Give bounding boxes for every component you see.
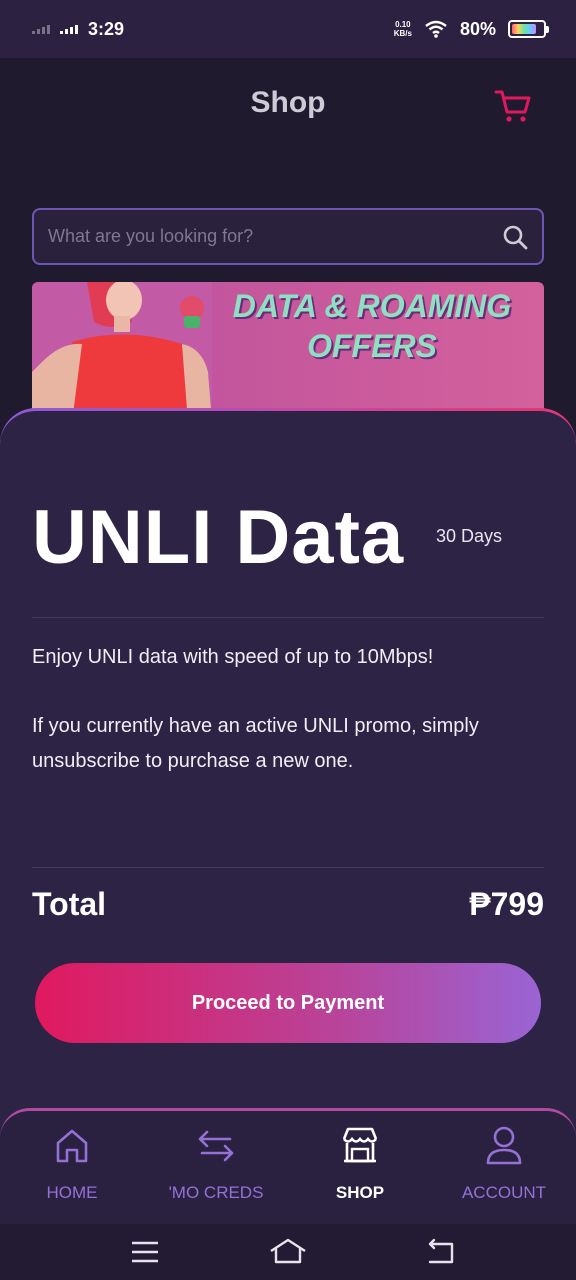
battery-percent: 80%	[459, 18, 496, 39]
network-speed-unit: KB/s	[393, 29, 412, 38]
total-price: ₱799	[469, 886, 544, 922]
bottom-nav: HOME 'MO CREDS SHOP ACCOUNT	[0, 1108, 576, 1224]
sim1-signal-icon	[32, 24, 50, 34]
banner-line-1: DATA & ROAMING	[232, 288, 512, 324]
total-label: Total	[32, 886, 107, 922]
home-button-icon[interactable]	[268, 1232, 308, 1272]
app-header: Shop	[0, 58, 576, 153]
nav-shop[interactable]: SHOP	[290, 1123, 430, 1203]
network-speed-value: 0.10	[395, 20, 411, 29]
plan-validity: 30 Days	[436, 526, 503, 546]
status-right: 0.10 KB/s 80%	[394, 18, 549, 40]
search-icon[interactable]	[502, 224, 528, 250]
nav-shop-label: SHOP	[335, 1183, 385, 1202]
status-bar: 3:29 0.10 KB/s 80%	[0, 0, 576, 58]
home-icon	[56, 1129, 88, 1163]
divider-top	[32, 617, 544, 618]
page-title: Shop	[250, 86, 326, 119]
nav-home[interactable]: HOME	[2, 1123, 142, 1203]
person-icon	[486, 1126, 522, 1165]
nav-mo-creds-label: 'MO CREDS	[168, 1183, 264, 1202]
store-icon	[342, 1127, 378, 1163]
promo-banner[interactable]: DATA & ROAMING OFFERS	[32, 282, 544, 422]
plan-description: Enjoy UNLI data with speed of up to 10Mb…	[32, 646, 434, 668]
divider-bottom	[32, 867, 544, 868]
search-input[interactable]	[48, 226, 502, 247]
back-icon[interactable]	[420, 1232, 460, 1272]
plan-title: UNLI Data	[32, 495, 405, 580]
battery-icon	[508, 20, 549, 38]
network-speed: 0.10 KB/s	[394, 20, 412, 38]
nav-account-label: ACCOUNT	[461, 1183, 547, 1202]
sim2-signal-icon	[60, 24, 78, 34]
wifi-icon	[425, 20, 447, 38]
clock: 3:29	[88, 18, 125, 39]
transfer-icon	[198, 1130, 234, 1162]
nav-home-label: HOME	[46, 1183, 98, 1202]
banner-headline: DATA & ROAMING OFFERS	[202, 286, 542, 366]
search-bar[interactable]	[32, 208, 544, 265]
status-left: 3:29	[32, 19, 124, 40]
system-nav-bar	[0, 1224, 576, 1280]
plan-note: If you currently have an active UNLI pro…	[32, 715, 479, 772]
proceed-to-payment-button[interactable]: Proceed to Payment	[35, 963, 541, 1043]
nav-mo-creds[interactable]: 'MO CREDS	[146, 1123, 286, 1203]
banner-model-image	[32, 282, 212, 422]
menu-icon[interactable]	[125, 1232, 165, 1272]
cart-icon[interactable]	[494, 88, 532, 124]
nav-account[interactable]: ACCOUNT	[434, 1123, 574, 1203]
banner-line-2: OFFERS	[307, 328, 437, 364]
